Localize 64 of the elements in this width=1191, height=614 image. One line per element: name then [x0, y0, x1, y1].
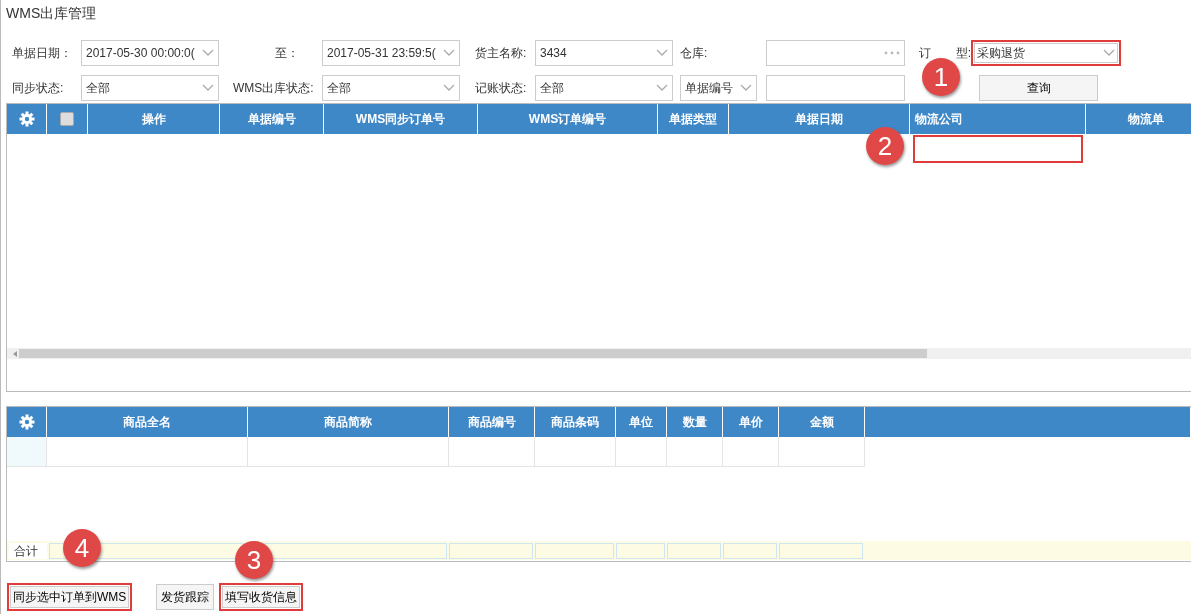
field-label: 单据日期：	[12, 44, 73, 62]
chevron-down-icon	[656, 48, 668, 57]
action-button[interactable]: 发货跟踪	[156, 584, 215, 610]
annotation-marker: 2	[866, 127, 904, 165]
window-title: WMS出库管理	[5, 4, 98, 23]
dropdown-field[interactable]: 全部	[535, 74, 673, 101]
chevron-down-icon	[202, 83, 214, 92]
field-label: 至：	[275, 44, 300, 62]
column-header[interactable]: 操作	[141, 110, 166, 128]
column-header[interactable]: 商品简称	[324, 413, 372, 431]
action-button[interactable]: 填写收货信息	[219, 583, 304, 611]
action-button[interactable]: 同步选中订单到WMS	[7, 583, 133, 611]
column-header[interactable]: WMS同步订单号	[355, 110, 446, 128]
column-header[interactable]: 单位	[629, 413, 653, 431]
field-label: 货主名称:	[475, 44, 528, 62]
field-label: 仓库:	[680, 44, 709, 62]
field-label: 同步状态:	[12, 79, 65, 97]
annotation-marker: 3	[235, 541, 273, 579]
checkbox[interactable]	[60, 112, 74, 126]
lookup-field[interactable]	[766, 39, 905, 66]
table-cell	[667, 437, 723, 467]
dropdown-field[interactable]: 3434	[535, 39, 673, 66]
annotation-marker: 1	[922, 58, 960, 96]
column-header[interactable]: 金额	[809, 413, 834, 431]
query-button[interactable]: 查询	[979, 74, 1098, 101]
column-header[interactable]: 商品全名	[123, 413, 171, 431]
footer-label: 合计	[9, 542, 47, 559]
table-cell	[616, 437, 667, 467]
column-header[interactable]: 数量	[682, 413, 707, 431]
footer-cell	[616, 542, 665, 559]
scrollbar-thumb[interactable]	[19, 349, 927, 358]
more-icon[interactable]	[884, 50, 900, 55]
chevron-down-icon	[202, 48, 214, 57]
settings-icon[interactable]	[18, 414, 35, 430]
settings-icon[interactable]	[18, 111, 35, 127]
footer-cell	[667, 542, 721, 559]
chevron-down-icon	[1103, 48, 1115, 57]
column-header[interactable]: 物流单	[1127, 110, 1164, 128]
column-header[interactable]: 单据类型	[669, 110, 717, 128]
column-header[interactable]: 商品条码	[551, 413, 599, 431]
column-header[interactable]: 商品编号	[467, 413, 516, 431]
chevron-down-icon	[656, 83, 668, 92]
dropdown-field[interactable]: 2017-05-31 23:59:5(	[322, 39, 460, 66]
column-header[interactable]: WMS订单编号	[528, 110, 607, 128]
column-header[interactable]: 单据编号	[247, 110, 296, 128]
table-cell	[7, 437, 47, 467]
column-header[interactable]: 物流公司	[915, 110, 963, 128]
dropdown-field[interactable]: 采购退货	[971, 39, 1121, 66]
footer-cell	[723, 542, 777, 559]
dropdown-field[interactable]: 全部	[322, 74, 460, 101]
annotation-marker: 4	[63, 529, 101, 567]
column-header[interactable]: 单据日期	[795, 110, 843, 128]
dropdown-field[interactable]: 全部	[81, 74, 219, 101]
chevron-down-icon	[740, 83, 752, 92]
field-label: 记账状态:	[475, 79, 528, 97]
chevron-down-icon	[443, 48, 455, 57]
dropdown-field[interactable]: 2017-05-30 00:00:0(	[81, 39, 219, 66]
field-label: WMS出库状态:	[233, 79, 315, 97]
dropdown-field[interactable]: 单据编号	[680, 74, 757, 101]
table-cell	[723, 437, 779, 467]
chevron-down-icon	[443, 83, 455, 92]
column-header[interactable]: 单价	[738, 413, 763, 431]
text-field[interactable]	[766, 74, 905, 101]
horizontal-scrollbar[interactable]	[7, 348, 1191, 359]
